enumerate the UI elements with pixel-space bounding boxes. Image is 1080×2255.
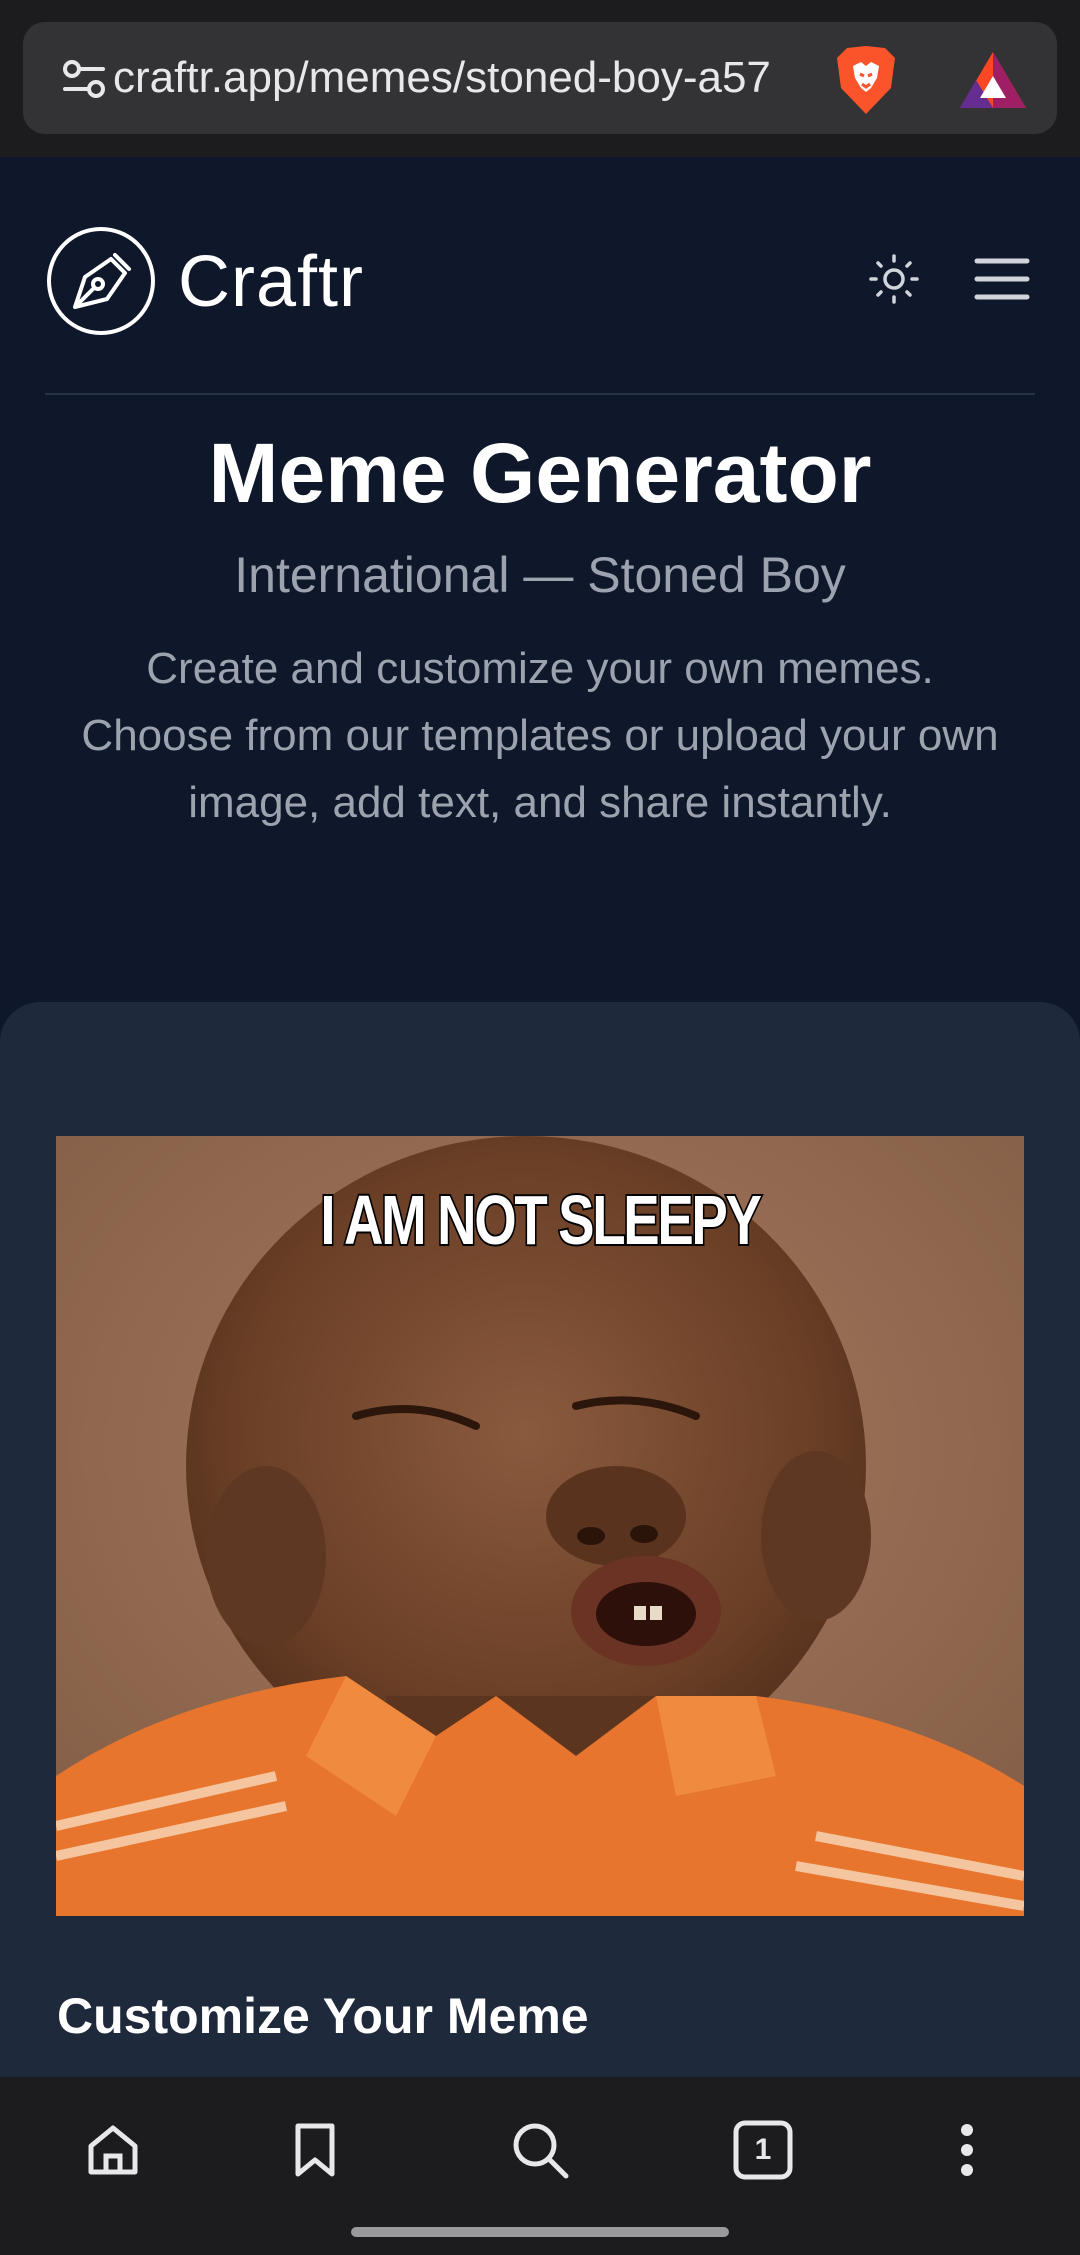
meme-editor-card: I AM NOT SLEEPY Customize Your Meme	[0, 1002, 1080, 2255]
customize-heading: Customize Your Meme	[57, 1988, 589, 2044]
meme-preview[interactable]: I AM NOT SLEEPY	[56, 1136, 1024, 1916]
site-settings-icon[interactable]	[61, 56, 107, 102]
brave-shield-icon[interactable]	[833, 44, 899, 116]
bookmarks-button[interactable]	[280, 2115, 350, 2185]
sun-icon[interactable]	[868, 253, 920, 305]
meme-top-text[interactable]: I AM NOT SLEEPY	[162, 1179, 917, 1261]
url-text[interactable]: craftr.app/memes/stoned-boy-a57	[113, 52, 823, 104]
home-indicator[interactable]	[351, 2227, 729, 2237]
tab-count: 1	[754, 2133, 772, 2166]
home-button[interactable]	[78, 2115, 148, 2185]
browser-bottom-nav: 1	[0, 2077, 1080, 2255]
header-divider	[45, 393, 1035, 395]
page-title: Meme Generator	[208, 426, 872, 520]
brand-name[interactable]: Craftr	[178, 239, 364, 325]
more-icon	[961, 2124, 973, 2176]
address-bar[interactable]: craftr.app/memes/stoned-boy-a57	[23, 22, 1057, 134]
home-icon	[88, 2125, 138, 2175]
bookmark-icon	[295, 2123, 335, 2177]
hamburger-menu-icon[interactable]	[972, 253, 1032, 305]
more-button[interactable]	[932, 2115, 1002, 2185]
page-description: Create and customize your own memes. Cho…	[81, 644, 999, 827]
browser-toolbar: craftr.app/memes/stoned-boy-a57	[0, 0, 1080, 157]
site-header: Craftr	[0, 157, 1080, 395]
search-button[interactable]	[505, 2115, 575, 2185]
pen-nib-icon[interactable]	[45, 225, 157, 337]
search-icon	[513, 2123, 569, 2179]
tabs-button[interactable]: 1	[728, 2115, 798, 2185]
bat-rewards-icon[interactable]	[958, 50, 1028, 110]
page-subtitle: International — Stoned Boy	[234, 547, 846, 603]
